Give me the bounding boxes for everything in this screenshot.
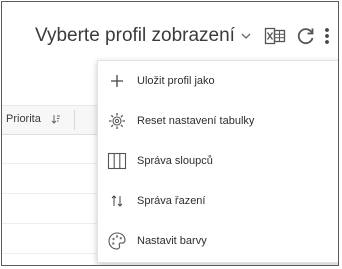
menu-item-label: Správa sloupců [137, 155, 213, 167]
profile-select[interactable]: Vyberte profil zobrazení [35, 25, 251, 47]
menu-item-label: Uložit profil jako [137, 75, 215, 87]
menu-item-save-profile[interactable]: Uložit profil jako [98, 65, 338, 97]
excel-export-icon[interactable] [264, 26, 286, 46]
menu-item-label: Správa řazení [137, 195, 206, 207]
more-vertical-icon[interactable] [321, 26, 333, 46]
column-divider[interactable] [74, 110, 75, 130]
chevron-down-icon [241, 29, 251, 43]
gear-reset-icon [106, 110, 128, 132]
menu-item-label: Reset nastavení tabulky [137, 115, 255, 127]
menu-item-manage-columns[interactable]: Správa sloupců [98, 145, 338, 177]
profile-menu: Uložit profil jako Reset nastavení tabul… [97, 60, 338, 263]
palette-icon [106, 230, 128, 252]
column-header-priority[interactable]: Priorita [6, 113, 61, 125]
menu-item-set-colors[interactable]: Nastavit barvy [98, 225, 338, 257]
plus-icon [106, 70, 128, 92]
sort-order-icon [106, 190, 128, 212]
menu-item-label: Nastavit barvy [137, 235, 207, 247]
profile-select-label: Vyberte profil zobrazení [35, 25, 235, 46]
app-frame: Vyberte profil zobrazení Priorita Uložit… [1, 1, 339, 266]
sort-icon[interactable] [51, 114, 61, 124]
columns-icon [106, 150, 128, 172]
refresh-icon[interactable] [296, 26, 316, 46]
menu-item-manage-sorting[interactable]: Správa řazení [98, 185, 338, 217]
column-header-label: Priorita [6, 113, 41, 125]
toolbar: Vyberte profil zobrazení [2, 2, 338, 61]
menu-item-reset-table[interactable]: Reset nastavení tabulky [98, 105, 338, 137]
